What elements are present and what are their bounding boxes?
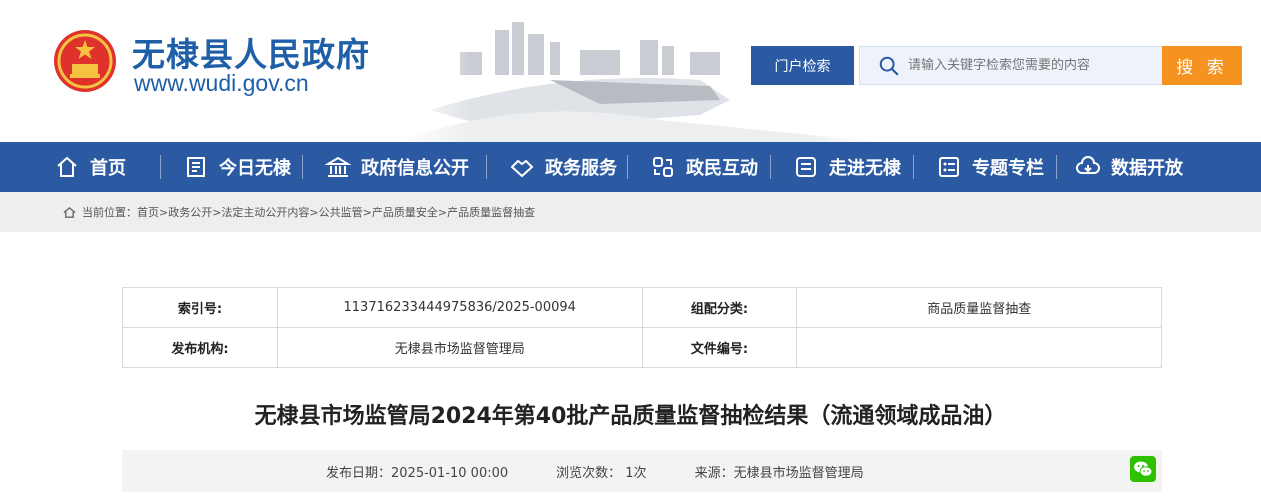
index-label: 索引号:: [122, 287, 278, 328]
nav-item-special-topics[interactable]: 专题专栏: [914, 142, 1056, 192]
portal-search-button[interactable]: 门户检索: [751, 46, 854, 85]
interaction-icon: [653, 157, 673, 177]
view-count: 浏览次数： 1次: [556, 465, 647, 481]
nav-item-gov-info[interactable]: 政府信息公开: [303, 142, 486, 192]
article-info-bar: 发布日期：2025-01-10 00:00 浏览次数： 1次 来源：无棣县市场监…: [122, 450, 1162, 492]
nav-item-home[interactable]: 首页: [54, 142, 160, 192]
document-meta-table: 索引号: 113716233444975836/2025-00094 组配分类:…: [122, 287, 1162, 368]
wechat-share-icon[interactable]: [1130, 456, 1156, 482]
nav-label: 首页: [90, 158, 126, 179]
main-nav: 首页 今日无棣 政府信息公开 政务服务 政民互动 走进无棣 专题专栏 数据开放: [0, 142, 1261, 192]
nav-item-gov-service[interactable]: 政务服务: [487, 142, 627, 192]
nav-label: 数据开放: [1111, 158, 1183, 179]
nav-item-interaction[interactable]: 政民互动: [628, 142, 770, 192]
list-icon: [939, 157, 959, 177]
article-title: 无棣县市场监管局2024年第40批产品质量监督抽检结果（流通领域成品油）: [254, 404, 1007, 429]
nav-label: 走进无棣: [829, 158, 901, 179]
nav-item-today-wudi[interactable]: 今日无棣: [161, 142, 302, 192]
nav-item-about-wudi[interactable]: 走进无棣: [771, 142, 913, 192]
publish-date: 发布日期：2025-01-10 00:00: [326, 465, 509, 481]
government-building-icon: [325, 156, 351, 177]
document-list-icon: [796, 157, 816, 177]
publisher-value: 无棣县市场监督管理局: [276, 327, 643, 368]
category-label: 组配分类:: [641, 287, 798, 328]
national-emblem-logo: [54, 30, 116, 92]
nav-label: 政民互动: [686, 158, 758, 179]
news-icon: [187, 157, 205, 177]
docno-label: 文件编号:: [641, 327, 798, 368]
nav-label: 今日无棣: [219, 158, 291, 179]
search-icon: [879, 56, 899, 75]
article-source: 来源：无棣县市场监督管理局: [694, 465, 864, 481]
category-value: 商品质量监督抽查: [796, 287, 1162, 328]
publisher-label: 发布机构:: [122, 327, 278, 368]
index-value: 113716233444975836/2025-00094: [276, 287, 643, 328]
site-header: 无棣县人民政府 www.wudi.gov.cn 门户检索 搜 索: [0, 0, 1261, 142]
nav-label: 政府信息公开: [361, 158, 469, 179]
handshake-icon: [510, 159, 534, 178]
site-url[interactable]: www.wudi.gov.cn: [134, 70, 309, 97]
search-box[interactable]: [859, 46, 1163, 85]
nav-label: 专题专栏: [972, 158, 1044, 179]
nav-label: 政务服务: [545, 158, 617, 179]
table-row: 发布机构: 无棣县市场监督管理局 文件编号:: [122, 327, 1162, 368]
nav-item-open-data[interactable]: 数据开放: [1057, 142, 1207, 192]
docno-value: [796, 327, 1162, 368]
table-row: 索引号: 113716233444975836/2025-00094 组配分类:…: [122, 287, 1162, 328]
search-button[interactable]: 搜 索: [1162, 46, 1242, 85]
home-icon: [63, 206, 76, 218]
site-name[interactable]: 无棣县人民政府: [132, 28, 370, 76]
home-icon: [57, 156, 77, 177]
search-input[interactable]: [908, 58, 1158, 73]
breadcrumb: 当前位置：首页>政务公开>法定主动公开内容>公共监管>产品质量安全>产品质量监督…: [0, 192, 1261, 232]
breadcrumb-text[interactable]: 当前位置：首页>政务公开>法定主动公开内容>公共监管>产品质量安全>产品质量监督…: [82, 204, 535, 220]
cloud-download-icon: [1076, 156, 1100, 174]
